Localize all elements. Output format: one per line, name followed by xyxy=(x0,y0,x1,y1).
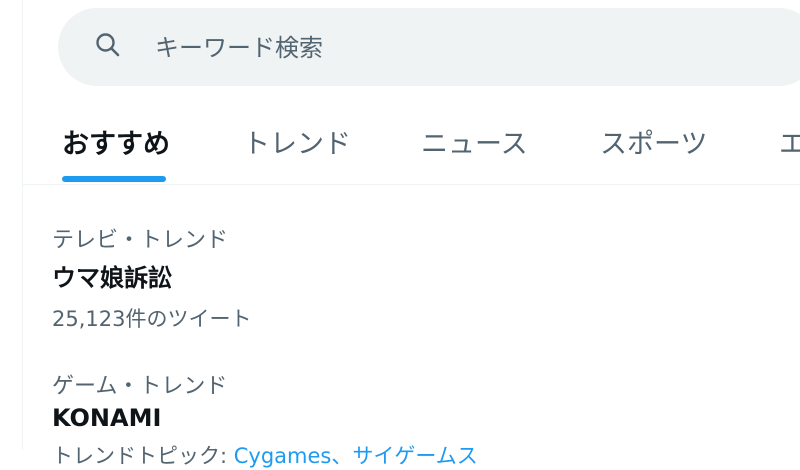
tab-label: エ xyxy=(779,129,800,160)
search-icon[interactable] xyxy=(93,30,123,60)
column-border xyxy=(22,0,23,450)
tab-label: ニュース xyxy=(421,129,528,160)
trend-item[interactable]: テレビ・トレンド ウマ娘訴訟 25,123件のツイート xyxy=(52,222,251,333)
trend-topics: トレンドトピック: Cygames、サイゲームス xyxy=(52,440,478,470)
trend-topics-prefix: トレンドトピック: xyxy=(52,444,228,468)
trend-title: KONAMI xyxy=(52,404,162,432)
search-input[interactable] xyxy=(155,30,715,66)
trend-title: ウマ娘訴訟 xyxy=(52,264,172,292)
active-tab-indicator xyxy=(62,176,166,182)
tabs-divider xyxy=(23,184,800,185)
explore-tabs: おすすめ トレンド ニュース スポーツ エ xyxy=(23,100,800,184)
tab-news[interactable]: ニュース xyxy=(371,100,547,184)
trend-category: テレビ・トレンド xyxy=(52,228,229,253)
tab-recommended[interactable]: おすすめ xyxy=(23,100,201,184)
tab-trending[interactable]: トレンド xyxy=(201,100,371,184)
trend-topics-link[interactable]: Cygames、サイゲームス xyxy=(234,444,478,468)
trend-item[interactable]: ゲーム・トレンド KONAMI トレンドトピック: Cygames、サイゲームス xyxy=(52,368,478,470)
tab-label: おすすめ xyxy=(62,129,170,160)
tab-label: スポーツ xyxy=(600,129,708,160)
trend-tweet-count: 25,123件のツイート xyxy=(52,307,252,331)
tab-sports[interactable]: スポーツ xyxy=(547,100,747,184)
tab-label: トレンド xyxy=(243,129,351,160)
tab-entertainment[interactable]: エ xyxy=(747,100,800,184)
trend-category: ゲーム・トレンド xyxy=(52,374,228,399)
